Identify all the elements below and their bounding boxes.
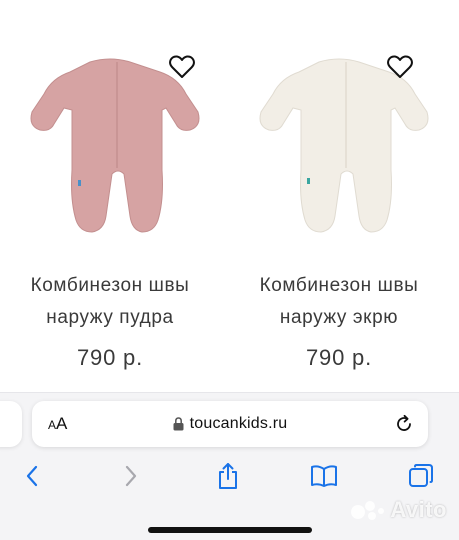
product-card[interactable]: Комбинезон швы наружу пудра 790 р. [0,0,220,390]
product-title-line[interactable]: Комбинезон швы [0,270,220,302]
browser-toolbar [0,453,459,493]
product-title[interactable]: Комбинезон швы наружу экрю [229,270,449,334]
reload-icon[interactable] [394,414,414,434]
address-bar[interactable]: AA toucankids.ru [32,401,428,447]
product-title-line[interactable]: наружу экрю [229,302,449,334]
forward-button[interactable] [116,461,146,491]
screen: Комбинезон швы наружу пудра 790 р. Комби… [0,0,459,540]
browser-chrome: AA toucankids.ru Avito [0,392,459,540]
avito-watermark-text: Avito [390,497,447,522]
avito-watermark: Avito [350,497,447,523]
product-title[interactable]: Комбинезон швы наружу пудра [0,270,220,334]
back-button[interactable] [17,461,47,491]
product-price: 790 р. [77,345,143,370]
tabs-button[interactable] [406,461,436,491]
home-indicator[interactable] [148,527,312,533]
tabs-icon [409,464,433,487]
share-icon [219,463,237,489]
url-text: toucankids.ru [189,415,288,432]
favorite-heart-icon[interactable] [169,55,195,79]
product-title-line[interactable]: Комбинезон швы [229,270,449,302]
lock-icon [173,417,184,431]
book-icon [311,465,337,487]
avito-logo-icon [351,501,385,520]
product-card[interactable]: Комбинезон швы наружу экрю 790 р. [229,0,449,390]
favorite-heart-icon[interactable] [387,55,413,79]
product-price: 790 р. [306,345,372,370]
previous-tab-peek[interactable] [0,401,22,447]
chevron-right-icon [125,465,137,487]
product-title-line[interactable]: наружу пудра [0,302,220,334]
url-display[interactable]: toucankids.ru [32,415,428,433]
bookmarks-button[interactable] [309,461,339,491]
chevron-left-icon [26,465,38,487]
share-button[interactable] [213,461,243,491]
